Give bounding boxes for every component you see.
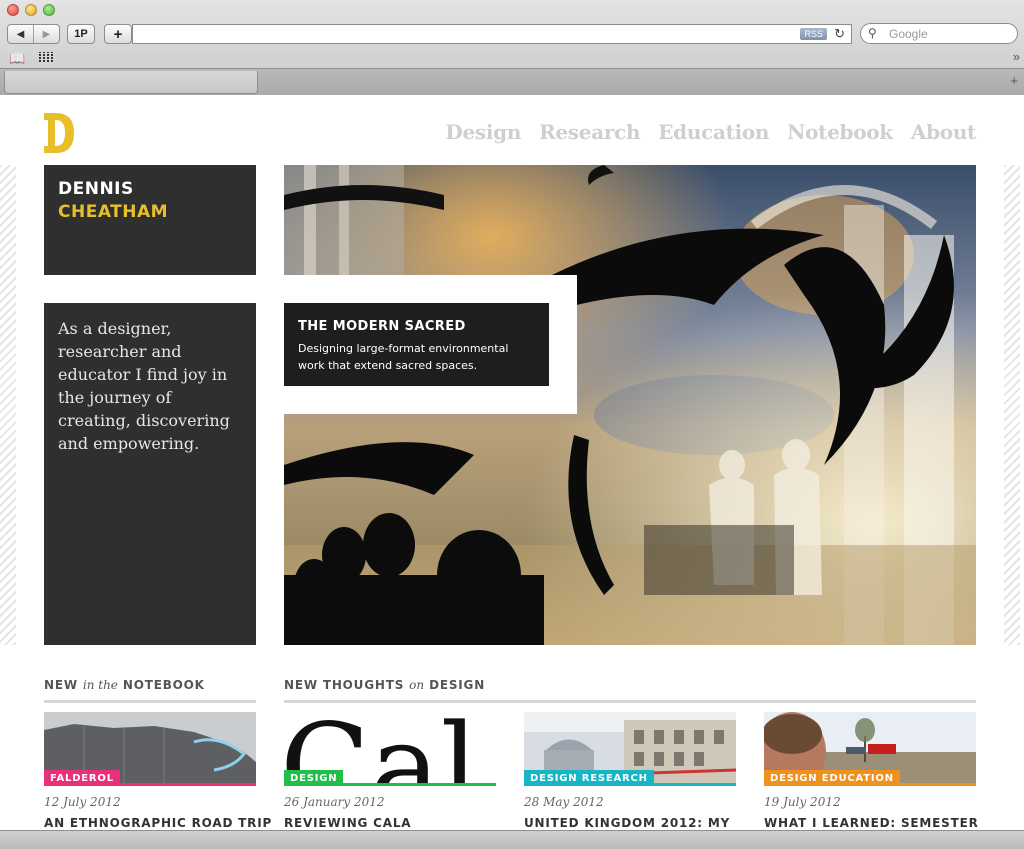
nav-notebook[interactable]: Notebook bbox=[787, 120, 893, 144]
card-date: 19 July 2012 bbox=[764, 795, 841, 809]
back-button[interactable]: ◀ bbox=[8, 25, 33, 43]
feature-description: Designing large-format environmental wor… bbox=[298, 342, 509, 372]
site-logo[interactable] bbox=[44, 113, 74, 158]
card-title[interactable]: WHAT I LEARNED: SEMESTER bbox=[764, 816, 978, 830]
nav-education[interactable]: Education bbox=[658, 120, 769, 144]
search-icon: ⚲ bbox=[868, 26, 877, 40]
card-title[interactable]: AN ETHNOGRAPHIC ROAD TRIP bbox=[44, 816, 271, 830]
name-block: DENNIS CHEATHAM bbox=[44, 165, 256, 275]
notebook-heading-post: NOTEBOOK bbox=[122, 678, 205, 692]
notebook-rule bbox=[44, 700, 256, 703]
card-design-research[interactable]: DESIGN RESEARCH 28 May 2012 UNITED KINGD… bbox=[524, 712, 736, 830]
card-tag[interactable]: DESIGN RESEARCH bbox=[524, 770, 654, 786]
tab-bar: + bbox=[0, 68, 1024, 95]
card-tag[interactable]: FALDEROL bbox=[44, 770, 120, 786]
card-title[interactable]: REVIEWING CALA bbox=[284, 816, 496, 830]
notebook-heading-pre: NEW bbox=[44, 678, 78, 692]
card-design-education[interactable]: DESIGN EDUCATION 19 July 2012 WHAT I LEA… bbox=[764, 712, 978, 830]
feature-title: THE MODERN SACRED bbox=[298, 319, 466, 334]
card-title[interactable]: UNITED KINGDOM 2012: MY bbox=[524, 816, 736, 830]
new-tab-icon[interactable]: + bbox=[1010, 73, 1018, 88]
main-nav: Design Research Education Notebook About bbox=[445, 120, 976, 144]
browser-status-bar bbox=[0, 830, 1024, 849]
zoom-window-button[interactable] bbox=[43, 4, 55, 16]
design-rule bbox=[284, 700, 976, 703]
design-heading-pre: NEW THOUGHTS bbox=[284, 678, 405, 692]
name-last: CHEATHAM bbox=[58, 202, 169, 222]
card-thumbnail[interactable]: DESIGN RESEARCH bbox=[524, 712, 736, 786]
nav-design[interactable]: Design bbox=[445, 120, 521, 144]
notebook-heading: NEW in the NOTEBOOK bbox=[44, 678, 205, 692]
card-notebook[interactable]: FALDEROL 12 July 2012 AN ETHNOGRAPHIC RO… bbox=[44, 712, 271, 830]
design-heading: NEW THOUGHTS on DESIGN bbox=[284, 678, 485, 692]
nav-about[interactable]: About bbox=[911, 120, 976, 144]
rss-button[interactable]: RSS bbox=[800, 28, 827, 40]
bookmarks-book-icon[interactable]: 📖 bbox=[9, 51, 25, 67]
browser-toolbar: ◀ ▶ 1P + RSS ↻ ⚲ Google 📖 » + bbox=[0, 0, 1024, 95]
card-date: 26 January 2012 bbox=[284, 795, 385, 809]
intro-block: As a designer, researcher and educator I… bbox=[44, 303, 256, 645]
reload-icon[interactable]: ↻ bbox=[834, 26, 845, 42]
right-hatch-decoration bbox=[1004, 165, 1020, 645]
intro-text: As a designer, researcher and educator I… bbox=[58, 319, 230, 453]
design-heading-post: DESIGN bbox=[429, 678, 486, 692]
forward-icon: ▶ bbox=[42, 28, 51, 40]
design-heading-em: on bbox=[409, 678, 425, 692]
left-hatch-decoration bbox=[0, 165, 16, 645]
card-date: 28 May 2012 bbox=[524, 795, 604, 809]
forward-button[interactable]: ▶ bbox=[33, 25, 59, 43]
card-thumbnail[interactable]: DESIGN EDUCATION bbox=[764, 712, 976, 786]
more-bookmarks-icon[interactable]: » bbox=[1013, 49, 1020, 64]
card-tag[interactable]: DESIGN EDUCATION bbox=[764, 770, 900, 786]
browser-tab[interactable] bbox=[4, 71, 258, 94]
nav-research[interactable]: Research bbox=[539, 120, 640, 144]
close-window-button[interactable] bbox=[7, 4, 19, 16]
notebook-heading-em: in the bbox=[82, 678, 118, 692]
card-thumbnail[interactable]: Cal DESIGN bbox=[284, 712, 496, 786]
card-thumbnail[interactable]: FALDEROL bbox=[44, 712, 256, 786]
window-controls bbox=[7, 4, 55, 16]
search-placeholder: Google bbox=[889, 27, 928, 41]
feature-caption[interactable]: THE MODERN SACRED Designing large-format… bbox=[284, 303, 549, 386]
card-date: 12 July 2012 bbox=[44, 795, 121, 809]
address-bar[interactable]: RSS ↻ bbox=[132, 24, 852, 44]
name-first: DENNIS bbox=[58, 179, 134, 199]
web-page: Design Research Education Notebook About… bbox=[0, 95, 1024, 830]
history-buttons: ◀ ▶ bbox=[7, 24, 60, 44]
search-field[interactable]: ⚲ Google bbox=[860, 23, 1018, 44]
minimize-window-button[interactable] bbox=[25, 4, 37, 16]
card-tag[interactable]: DESIGN bbox=[284, 770, 344, 786]
onepassword-button[interactable]: 1P bbox=[67, 24, 95, 44]
add-bookmark-button[interactable]: + bbox=[104, 24, 132, 44]
card-design[interactable]: Cal DESIGN 26 January 2012 REVIEWING CAL… bbox=[284, 712, 496, 830]
top-sites-grid-icon[interactable] bbox=[39, 52, 53, 63]
logo-d-icon bbox=[44, 113, 74, 153]
back-icon: ◀ bbox=[16, 28, 25, 40]
